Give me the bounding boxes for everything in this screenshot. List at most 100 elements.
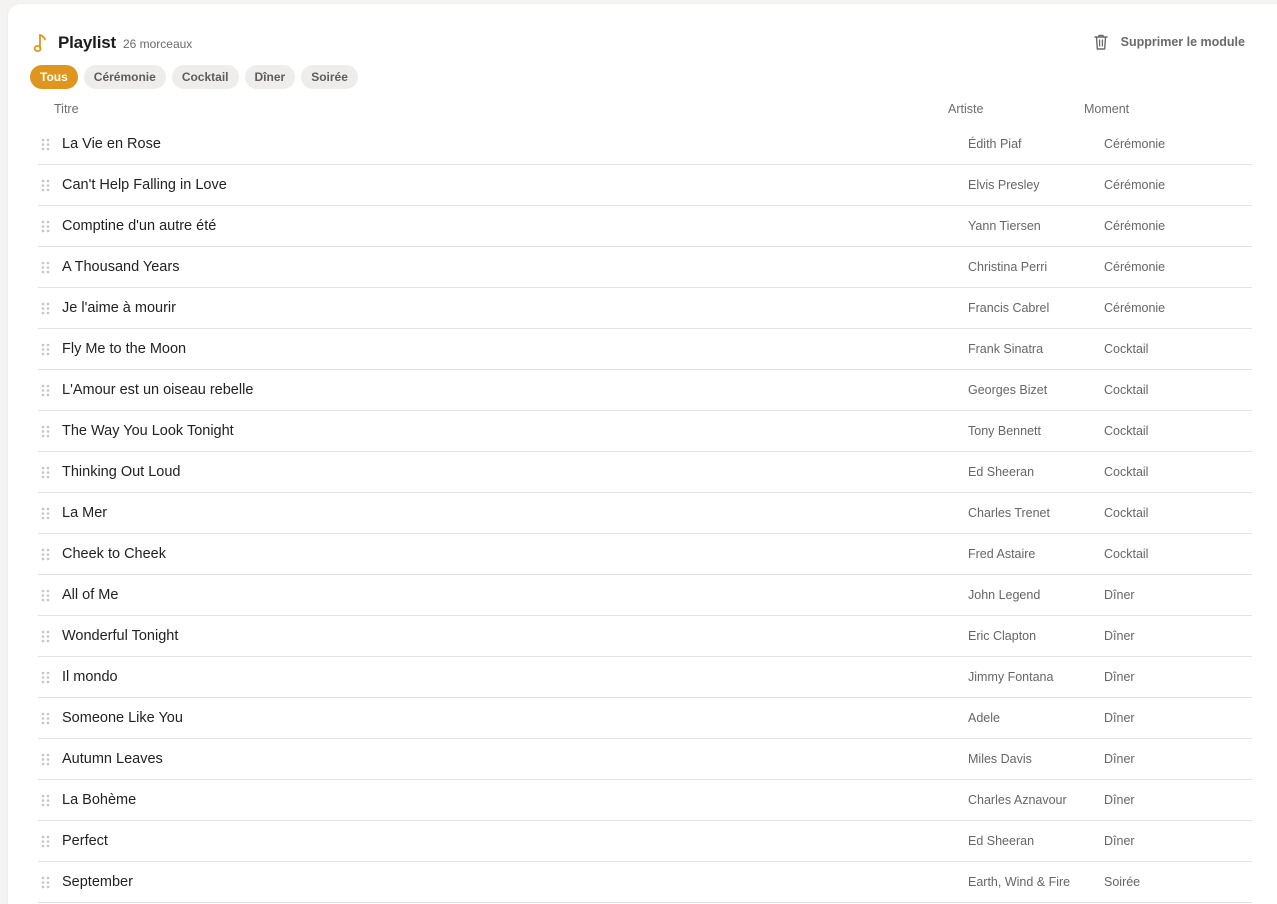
track-row[interactable]: Autumn Leaves Miles Davis Dîner: [38, 739, 1252, 780]
track-title: Cheek to Cheek: [62, 546, 166, 562]
filter-chip-ceremony[interactable]: Cérémonie: [83, 65, 166, 89]
track-row[interactable]: Perfect Ed Sheeran Dîner: [38, 821, 1252, 862]
drag-handle-icon[interactable]: [41, 425, 50, 438]
drag-handle-icon[interactable]: [41, 753, 50, 766]
track-row[interactable]: La Vie en Rose Édith Piaf Cérémonie: [38, 124, 1252, 165]
track-moment: Cérémonie: [1104, 178, 1166, 192]
trash-icon: [1093, 33, 1109, 51]
track-moment: Dîner: [1104, 793, 1135, 807]
playlist-module: Playlist 26 morceaux Supprimer le module…: [8, 4, 1277, 904]
track-title: Autumn Leaves: [62, 751, 163, 767]
filter-chip-party[interactable]: Soirée: [301, 65, 358, 89]
track-moment: Dîner: [1104, 629, 1135, 643]
track-row[interactable]: Fly Me to the Moon Frank Sinatra Cocktail: [38, 329, 1252, 370]
track-row[interactable]: La Mer Charles Trenet Cocktail: [38, 493, 1252, 534]
track-title: Fly Me to the Moon: [62, 341, 187, 357]
track-moment: Cérémonie: [1104, 219, 1166, 233]
drag-handle-icon[interactable]: [41, 794, 50, 807]
track-row[interactable]: Comptine d'un autre été Yann Tiersen Cérém…: [38, 206, 1252, 247]
track-row[interactable]: Je l'aime à mourir Francis Cabrel Cérémoni…: [38, 288, 1252, 329]
column-header-artist: Artiste: [948, 102, 984, 116]
track-artist: Miles Davis: [968, 752, 1032, 766]
track-title: Thinking Out Loud: [62, 464, 181, 480]
track-row[interactable]: Il mondo Jimmy Fontana Dîner: [38, 657, 1252, 698]
drag-handle-icon[interactable]: [41, 630, 50, 643]
drag-handle-icon[interactable]: [41, 712, 50, 725]
track-moment: Dîner: [1104, 588, 1135, 602]
track-count: 26 morceaux: [122, 37, 193, 51]
track-row[interactable]: Can't Help Falling in Love Elvis Presley C…: [38, 165, 1252, 206]
track-row[interactable]: Wonderful Tonight Eric Clapton Dîner: [38, 616, 1252, 657]
track-artist: Eric Clapton: [968, 629, 1037, 643]
track-moment: Cérémonie: [1104, 137, 1166, 151]
drag-handle-icon[interactable]: [41, 220, 50, 233]
track-artist: Georges Bizet: [968, 383, 1048, 397]
track-artist: Francis Cabrel: [968, 301, 1050, 315]
track-row[interactable]: Thinking Out Loud Ed Sheeran Cocktail: [38, 452, 1252, 493]
filter-chip-all[interactable]: Tous: [30, 65, 78, 89]
track-title: La Mer: [62, 505, 108, 521]
track-title: Someone Like You: [62, 710, 183, 726]
track-moment: Dîner: [1104, 670, 1135, 684]
track-title: L'Amour est un oiseau rebelle: [62, 382, 254, 398]
track-moment: Cérémonie: [1104, 301, 1166, 315]
track-title: Perfect: [62, 833, 108, 849]
drag-handle-icon[interactable]: [41, 384, 50, 397]
drag-handle-icon[interactable]: [41, 261, 50, 274]
drag-handle-icon[interactable]: [41, 138, 50, 151]
drag-handle-icon[interactable]: [41, 179, 50, 192]
delete-module-button[interactable]: Supprimer le module: [1093, 33, 1245, 51]
drag-handle-icon[interactable]: [41, 302, 50, 315]
drag-handle-icon[interactable]: [41, 876, 50, 889]
track-title: Je l'aime à mourir: [62, 300, 176, 316]
track-artist: Adele: [968, 711, 1000, 725]
drag-handle-icon[interactable]: [41, 466, 50, 479]
drag-handle-icon[interactable]: [41, 671, 50, 684]
track-title: Wonderful Tonight: [62, 628, 179, 644]
track-row[interactable]: Cheek to Cheek Fred Astaire Cocktail: [38, 534, 1252, 575]
drag-handle-icon[interactable]: [41, 507, 50, 520]
track-artist: Ed Sheeran: [968, 834, 1035, 848]
track-row[interactable]: All of Me John Legend Dîner: [38, 575, 1252, 616]
filter-chip-cocktail[interactable]: Cocktail: [171, 65, 239, 89]
track-row[interactable]: L'Amour est un oiseau rebelle Georges Biz…: [38, 370, 1252, 411]
track-moment: Cocktail: [1104, 506, 1149, 520]
track-artist: Charles Trenet: [968, 506, 1050, 520]
moment-filters: Tous Cérémonie Cocktail Dîner Soirée: [30, 65, 358, 89]
track-artist: Elvis Presley: [968, 178, 1040, 192]
drag-handle-icon[interactable]: [41, 835, 50, 848]
track-moment: Cocktail: [1104, 424, 1149, 438]
track-title: Comptine d'un autre été: [62, 218, 217, 234]
track-artist: Édith Piaf: [968, 137, 1022, 151]
track-title: The Way You Look Tonight: [62, 423, 234, 439]
track-moment: Cocktail: [1104, 342, 1149, 356]
track-moment: Cocktail: [1104, 547, 1149, 561]
track-row[interactable]: September Earth, Wind & Fire Soirée: [38, 862, 1252, 903]
track-moment: Cérémonie: [1104, 260, 1166, 274]
column-header-title: Titre: [54, 102, 79, 116]
track-row[interactable]: Someone Like You Adele Dîner: [38, 698, 1252, 739]
filter-chip-dinner[interactable]: Dîner: [244, 65, 296, 89]
track-list: La Vie en Rose Édith Piaf Cérémonie Can't H…: [38, 124, 1252, 903]
drag-handle-icon[interactable]: [41, 548, 50, 561]
track-artist: Charles Aznavour: [968, 793, 1067, 807]
track-title: La Bohème: [62, 792, 137, 808]
track-row[interactable]: A Thousand Years Christina Perri Cérémonie: [38, 247, 1252, 288]
track-artist: Earth, Wind & Fire: [968, 875, 1071, 889]
drag-handle-icon[interactable]: [41, 343, 50, 356]
track-row[interactable]: The Way You Look Tonight Tony Bennett Cock…: [38, 411, 1252, 452]
track-row[interactable]: La Bohème Charles Aznavour Dîner: [38, 780, 1252, 821]
module-header: Playlist 26 morceaux: [32, 30, 192, 56]
module-title: Playlist: [58, 33, 116, 52]
track-title: All of Me: [62, 587, 119, 603]
track-title: La Vie en Rose: [62, 136, 161, 152]
track-moment: Cocktail: [1104, 465, 1149, 479]
track-moment: Soirée: [1104, 875, 1141, 889]
track-moment: Cocktail: [1104, 383, 1149, 397]
track-artist: Ed Sheeran: [968, 465, 1035, 479]
track-artist: Christina Perri: [968, 260, 1048, 274]
track-artist: Fred Astaire: [968, 547, 1036, 561]
track-title: A Thousand Years: [62, 259, 180, 275]
track-title: Il mondo: [62, 669, 118, 685]
drag-handle-icon[interactable]: [41, 589, 50, 602]
